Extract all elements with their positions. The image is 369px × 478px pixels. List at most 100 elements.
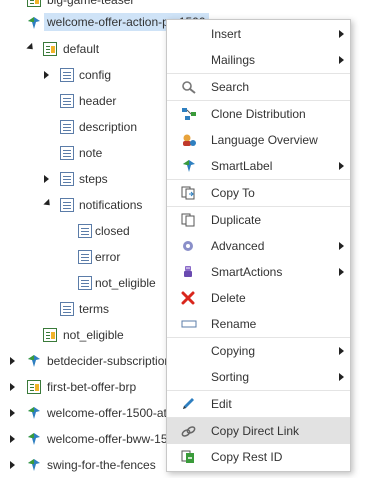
menu-item-advanced[interactable]: Advanced [167,233,350,259]
expander-right-icon[interactable] [10,409,15,417]
tree-row[interactable]: betdecider-subscription [0,348,171,374]
menu-item-copying[interactable]: Copying [167,338,350,364]
menu-item-label: Insert [211,27,242,41]
menu-item-label: Advanced [211,239,265,253]
tree-row[interactable]: terms [0,296,166,322]
tree-row[interactable]: description [0,114,166,140]
tree-row[interactable]: config [0,62,166,88]
menu-item-duplicate[interactable]: Duplicate [167,207,350,233]
tree-item-label: swing-for-the-fences [47,458,156,472]
tree-row[interactable]: welcome-offer-bww-15 [0,426,168,452]
duplicate-icon [181,213,197,227]
submenu-arrow-icon [339,268,344,276]
document-icon [60,94,74,108]
tree-row[interactable]: error [0,244,166,270]
tree-row[interactable]: welcome-offer-1500-at [0,400,167,426]
document-icon [60,198,74,212]
expander-right-icon[interactable] [10,357,15,365]
edit-pencil-icon [181,397,197,411]
tree-row[interactable]: note [0,140,166,166]
menu-item-copy-direct-link[interactable]: Copy Direct Link [167,418,350,444]
menu-item-edit[interactable]: Edit [167,391,350,417]
expander-right-icon[interactable] [10,435,15,443]
language-overview-icon [181,133,197,147]
tree-item-label: notifications [79,198,143,212]
expander-right-icon[interactable] [44,175,49,183]
expander-down-icon[interactable] [26,42,36,53]
smartlabel-pin-icon [27,16,41,30]
menu-item-mailings[interactable]: Mailings [167,47,350,73]
tree-item-label: terms [79,302,109,316]
menu-item-rename[interactable]: Rename [167,311,350,337]
menu-item-copy-rest-id[interactable]: Copy Rest ID [167,444,350,470]
tree-item-label: note [79,146,103,160]
document-icon [60,302,74,316]
tree-item-label: not_eligible [95,276,156,290]
tree-item-label: welcome-offer-bww-15 [47,432,168,446]
tree-row[interactable]: not_eligible [0,270,166,296]
menu-item-clone-distribution[interactable]: Clone Distribution [167,101,350,127]
smartlabel-pin-icon [27,406,41,420]
menu-item-label: Mailings [211,53,256,67]
menu-item-search[interactable]: Search [167,74,350,100]
expander-right-icon[interactable] [44,71,49,79]
tree-item-label: closed [95,224,130,238]
menu-item-language-overview[interactable]: Language Overview [167,127,350,153]
smartactions-icon [181,265,197,279]
menu-item-label: Copying [211,344,256,358]
menu-item-label: Delete [211,291,246,305]
tree-row[interactable]: closed [0,218,166,244]
menu-item-smartactions[interactable]: SmartActions [167,259,350,285]
tree-item-label: config [79,68,112,82]
document-folder-icon [43,328,57,342]
menu-item-smartlabel[interactable]: SmartLabel [167,153,350,179]
menu-item-label: Rename [211,317,257,331]
document-folder-icon [27,0,41,7]
tree-row[interactable]: not_eligible [0,322,166,348]
menu-item-label: SmartLabel [211,159,273,173]
tree-row-selected[interactable]: welcome-offer-action-p...1500 [0,10,209,36]
document-icon [60,120,74,134]
menu-item-delete[interactable]: Delete [167,285,350,311]
document-icon [78,224,92,238]
expander-right-icon[interactable] [10,461,15,469]
document-icon [78,276,92,290]
menu-item-sorting[interactable]: Sorting [167,364,350,390]
search-icon [181,80,197,94]
tree-item-label: header [79,94,117,108]
menu-item-insert[interactable]: Insert [167,21,350,47]
tree-row[interactable]: swing-for-the-fences [0,452,166,478]
submenu-arrow-icon [339,162,344,170]
menu-item-label: Copy Direct Link [211,424,300,438]
rename-icon [181,317,197,331]
document-folder-icon [27,380,41,394]
tree-row[interactable]: notifications [0,192,166,218]
tree-item-label: first-bet-offer-brp [47,380,137,394]
context-menu: Insert Mailings Search Clone Distributio… [166,19,351,472]
tree-row[interactable]: header [0,88,166,114]
expander-right-icon[interactable] [10,383,15,391]
tree-row[interactable]: default [0,36,166,62]
tree-item-label: description [79,120,138,134]
expander-down-icon[interactable] [43,198,53,209]
submenu-arrow-icon [339,56,344,64]
link-icon [181,424,197,438]
menu-item-copy-to[interactable]: Copy To [167,180,350,206]
submenu-arrow-icon [339,242,344,250]
tree-item-label: not_eligible [63,328,124,342]
tree-row[interactable]: first-bet-offer-brp [0,374,166,400]
copy-rest-id-icon [181,450,197,464]
menu-item-label: Sorting [211,370,250,384]
menu-item-label: Search [211,80,250,94]
menu-item-label: Copy Rest ID [211,450,283,464]
smartlabel-pin-icon [181,159,197,173]
submenu-arrow-icon [339,347,344,355]
document-icon [60,172,74,186]
document-icon [60,146,74,160]
document-icon [60,68,74,82]
tree-row[interactable]: steps [0,166,166,192]
menu-item-label: Edit [211,397,232,411]
document-icon [78,250,92,264]
menu-item-label: Copy To [211,186,255,200]
delete-x-icon [181,291,197,305]
